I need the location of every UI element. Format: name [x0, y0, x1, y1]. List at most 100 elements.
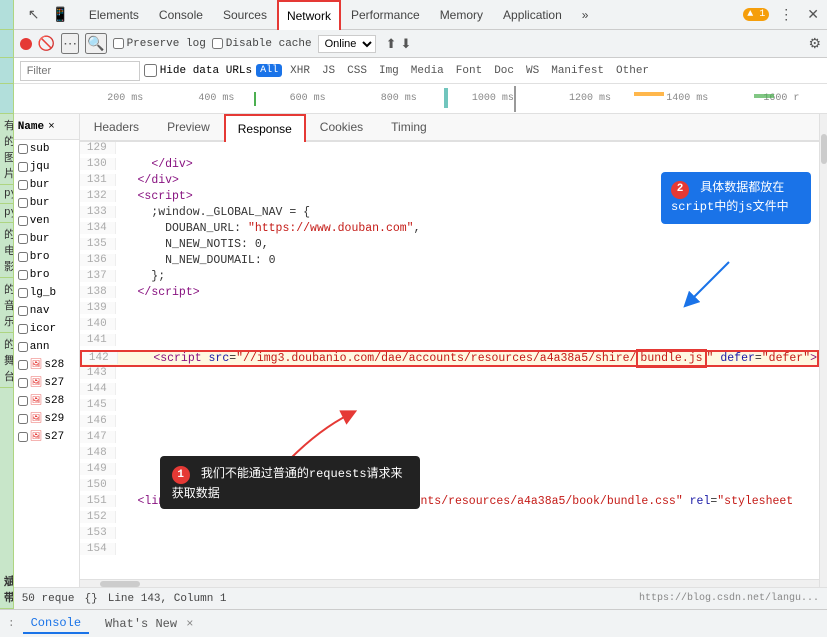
- filter-ws[interactable]: WS: [522, 64, 543, 78]
- file-item-bro2[interactable]: bro: [14, 266, 79, 284]
- filter-bar: Hide data URLs All XHR JS CSS Img Media …: [14, 58, 827, 84]
- hide-data-label[interactable]: Hide data URLs: [144, 64, 252, 77]
- filter-img[interactable]: Img: [375, 64, 403, 78]
- file-item-s27a[interactable]: 🖼s27: [14, 374, 79, 392]
- filter-css[interactable]: CSS: [343, 64, 371, 78]
- line-141: 141: [80, 334, 819, 350]
- line-134: 134 DOUBAN_URL: "https://www.douban.com"…: [80, 222, 819, 238]
- filter-input[interactable]: [20, 61, 140, 81]
- tab-headers[interactable]: Headers: [80, 114, 153, 141]
- tab-memory[interactable]: Memory: [430, 0, 493, 30]
- file-item-nav[interactable]: nav: [14, 302, 79, 320]
- line-153: 153: [80, 527, 819, 543]
- file-item-ven[interactable]: ven: [14, 212, 79, 230]
- hide-data-checkbox[interactable]: [144, 64, 157, 77]
- sidebar-item-5[interactable]: 的音乐: [0, 278, 13, 333]
- annotation-1: 1 我们不能通过普通的requests请求来获取数据: [160, 456, 420, 509]
- network-settings-icon[interactable]: ⚙: [808, 35, 821, 52]
- status-bar: 50 reque {} Line 143, Column 1 https://b…: [14, 587, 827, 609]
- file-item-s28a[interactable]: 🖼s28: [14, 356, 79, 374]
- line-142: 142 <script src="//img3.doubanio.com/dae…: [80, 350, 819, 367]
- sidebar-item-4[interactable]: 的电影: [0, 223, 13, 278]
- tab-console-bottom[interactable]: Console: [23, 614, 89, 634]
- devtools-icons: ↖ 📱: [18, 4, 79, 25]
- import-button[interactable]: ⬆: [386, 36, 397, 52]
- cursor-icon[interactable]: ↖: [24, 4, 44, 25]
- format-button[interactable]: {}: [85, 593, 98, 605]
- export-button[interactable]: ⬇: [401, 36, 412, 52]
- search-icon[interactable]: 🔍: [85, 33, 106, 54]
- filter-icon[interactable]: ⋯: [61, 33, 79, 54]
- line-143: 143: [80, 367, 819, 383]
- tab-more[interactable]: »: [572, 0, 599, 30]
- filter-manifest[interactable]: Manifest: [547, 64, 608, 78]
- file-item-sub[interactable]: sub: [14, 140, 79, 158]
- throttle-select[interactable]: Online: [318, 35, 376, 53]
- file-item-lgb[interactable]: lg_b: [14, 284, 79, 302]
- tab-preview[interactable]: Preview: [153, 114, 224, 141]
- filter-font[interactable]: Font: [452, 64, 486, 78]
- tab-sources[interactable]: Sources: [213, 0, 277, 30]
- file-item-ann[interactable]: ann: [14, 338, 79, 356]
- file-item-s29[interactable]: 🖼s29: [14, 410, 79, 428]
- close-devtools-icon[interactable]: ✕: [803, 4, 823, 25]
- tab-console[interactable]: Console: [149, 0, 213, 30]
- preserve-log-checkbox[interactable]: [113, 38, 124, 49]
- line-140: 140: [80, 318, 819, 334]
- record-button[interactable]: [20, 38, 32, 50]
- file-item-bur2[interactable]: bur: [14, 194, 79, 212]
- tab-application[interactable]: Application: [493, 0, 572, 30]
- file-item-bur1[interactable]: bur: [14, 176, 79, 194]
- filter-all[interactable]: All: [256, 64, 282, 77]
- filter-doc[interactable]: Doc: [490, 64, 518, 78]
- line-145: 145: [80, 399, 819, 415]
- file-item-icor[interactable]: icor: [14, 320, 79, 338]
- request-count: 50 reque: [22, 593, 75, 605]
- disable-cache-checkbox[interactable]: [212, 38, 223, 49]
- preserve-log-label[interactable]: Preserve log: [113, 38, 206, 50]
- sidebar-item-7[interactable]: 斌 带: [0, 570, 13, 609]
- devtools-window: 有的图片 python python 的电影 的音乐 的舞台 斌 带 ↖ 📱 E…: [0, 0, 827, 637]
- mobile-icon[interactable]: 📱: [47, 4, 72, 25]
- tab-timing[interactable]: Timing: [377, 114, 441, 141]
- file-item-s27b[interactable]: 🖼s27: [14, 428, 79, 446]
- left-sidebar: 有的图片 python python 的电影 的音乐 的舞台 斌 带: [0, 0, 14, 609]
- sidebar-item-2[interactable]: python: [0, 185, 13, 204]
- sidebar-item-1[interactable]: 有的图片: [0, 114, 13, 185]
- file-item-jqu[interactable]: jqu: [14, 158, 79, 176]
- line-info: Line 143, Column 1: [108, 593, 227, 605]
- settings-icon[interactable]: ⋮: [775, 4, 797, 25]
- tab-cookies[interactable]: Cookies: [306, 114, 377, 141]
- line-146: 146: [80, 415, 819, 431]
- code-area[interactable]: 129 130 </div> 131 </div> 132 <script> 1…: [80, 142, 819, 579]
- tab-whats-new[interactable]: What's New ×: [97, 615, 201, 633]
- filter-other[interactable]: Other: [612, 64, 653, 78]
- vertical-scrollbar[interactable]: [819, 114, 827, 587]
- sidebar-item-3[interactable]: python: [0, 204, 13, 223]
- filter-media[interactable]: Media: [407, 64, 448, 78]
- file-item-s28b[interactable]: 🖼s28: [14, 392, 79, 410]
- console-bar: : Console What's New ×: [0, 609, 827, 637]
- file-item-bur3[interactable]: bur: [14, 230, 79, 248]
- close-whats-new-icon[interactable]: ×: [186, 617, 193, 631]
- filter-js[interactable]: JS: [318, 64, 339, 78]
- warning-badge: ▲ 1: [743, 8, 769, 21]
- devtools-tab-bar: ↖ 📱 Elements Console Sources Network Per…: [14, 0, 827, 30]
- scrollbar-thumb[interactable]: [100, 581, 140, 587]
- panel-tabs: Headers Preview Response Cookies Timing: [80, 114, 819, 142]
- horizontal-scrollbar[interactable]: [80, 579, 819, 587]
- close-panel-icon[interactable]: ×: [48, 121, 55, 133]
- network-toolbar: 🚫 ⋯ 🔍 Preserve log Disable cache Online …: [14, 30, 827, 58]
- line-152: 152: [80, 511, 819, 527]
- sidebar-item-6[interactable]: 的舞台: [0, 333, 13, 388]
- arrow-2-svg: [679, 252, 739, 312]
- disable-cache-label[interactable]: Disable cache: [212, 38, 312, 50]
- tab-response[interactable]: Response: [224, 114, 306, 142]
- tab-performance[interactable]: Performance: [341, 0, 430, 30]
- tab-elements[interactable]: Elements: [79, 0, 149, 30]
- filter-xhr[interactable]: XHR: [286, 64, 314, 78]
- stop-button[interactable]: 🚫: [38, 35, 55, 52]
- tab-network[interactable]: Network: [277, 0, 341, 30]
- file-item-bro1[interactable]: bro: [14, 248, 79, 266]
- main-content: Name × sub jqu bur bur ven bur bro bro l…: [14, 114, 827, 587]
